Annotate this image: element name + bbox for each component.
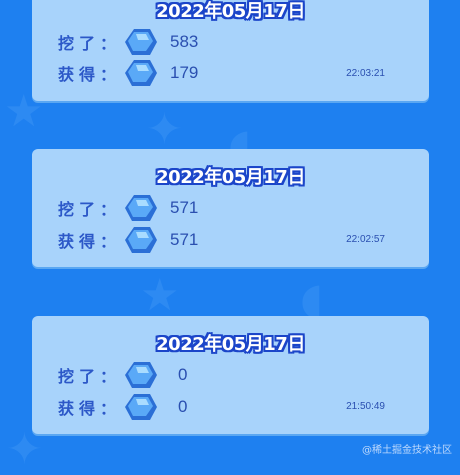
earned-label: 获得： (58, 232, 122, 251)
record-card: 2022年05月17日 挖了： 571 获得： 571 22:02:57 (32, 149, 429, 267)
record-date: 2022年05月17日 (156, 334, 305, 355)
ore-gem-icon (125, 60, 157, 86)
ore-gem-icon (125, 227, 157, 253)
mined-row: 挖了： 0 (58, 360, 187, 390)
mined-value: 583 (170, 32, 199, 51)
mined-value: 0 (178, 365, 188, 384)
record-time: 22:02:57 (346, 234, 385, 245)
starfish-decoration: ★ (140, 270, 180, 321)
record-time: 21:50:49 (346, 401, 385, 412)
mined-value: 571 (170, 198, 199, 217)
ore-gem-icon (125, 362, 157, 388)
ore-gem-icon (125, 394, 157, 420)
earned-value: 179 (170, 63, 199, 82)
starfish-decoration: ✦ (146, 104, 183, 155)
earned-row: 获得： 571 (58, 225, 198, 255)
mined-label: 挖了： (58, 200, 122, 219)
earned-label: 获得： (58, 399, 122, 418)
watermark: @稀土掘金技术社区 (362, 445, 452, 456)
earned-row: 获得： 0 (58, 392, 187, 422)
earned-value: 571 (170, 230, 199, 249)
mined-row: 挖了： 571 (58, 193, 198, 223)
record-date: 2022年05月17日 (156, 1, 305, 22)
earned-value: 0 (178, 397, 188, 416)
mined-label: 挖了： (58, 367, 122, 386)
earned-row: 获得： 179 (58, 58, 198, 88)
record-card: 2022年05月17日 挖了： 0 获得： 0 21:50:49 (32, 316, 429, 434)
mined-row: 挖了： 583 (58, 27, 198, 57)
record-date: 2022年05月17日 (156, 167, 305, 188)
ore-gem-icon (125, 195, 157, 221)
mined-label: 挖了： (58, 34, 122, 53)
ore-gem-icon (125, 29, 157, 55)
earned-label: 获得： (58, 65, 122, 84)
record-time: 22:03:21 (346, 68, 385, 79)
record-card: 2022年05月17日 挖了： 583 获得： 179 22:03:21 (32, 0, 429, 101)
